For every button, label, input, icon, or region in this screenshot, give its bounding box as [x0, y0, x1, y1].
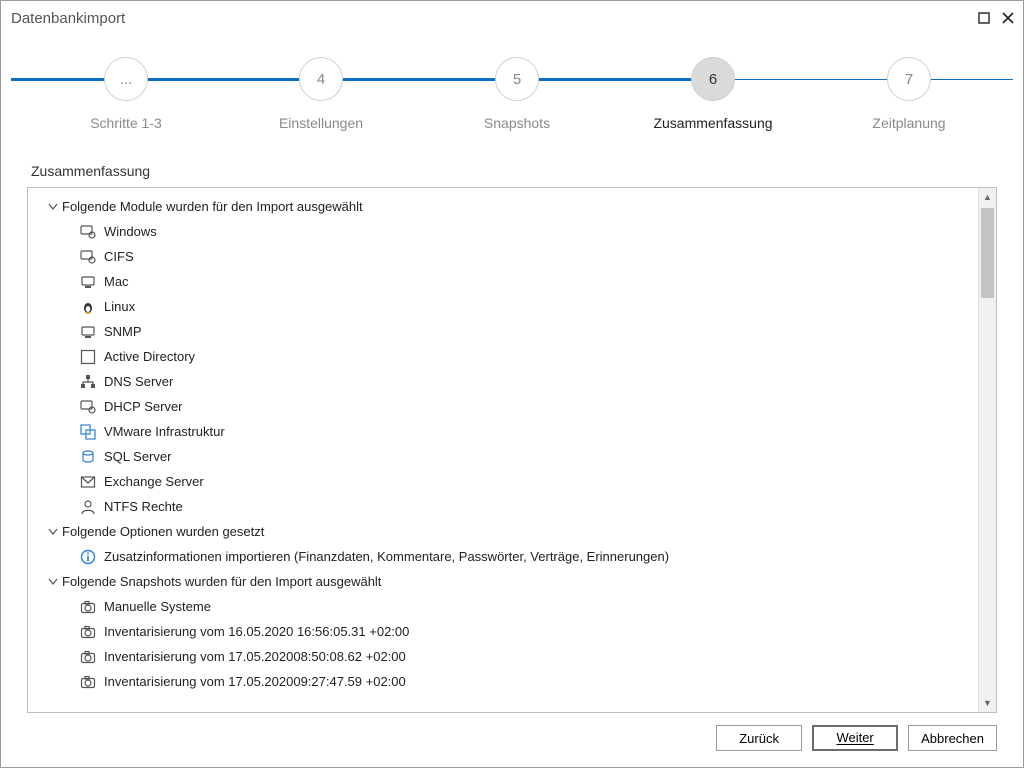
step-label-summary: Zusammenfassung	[653, 115, 772, 131]
tree-item-label: SQL Server	[104, 449, 171, 464]
camera-icon	[80, 599, 96, 615]
cifs-icon	[80, 249, 96, 265]
ntfs-icon	[80, 499, 96, 515]
tree-item-label: Mac	[104, 274, 129, 289]
info-icon	[80, 549, 96, 565]
dialog-footer: Zurück Weiter Abbrechen	[1, 713, 1023, 767]
tree-item-label: VMware Infrastruktur	[104, 424, 225, 439]
tree-item[interactable]: CIFS	[28, 244, 978, 269]
step-label-1-3: Schritte 1-3	[90, 115, 162, 131]
tree-group[interactable]: Folgende Module wurden für den Import au…	[28, 194, 978, 219]
dhcp-icon	[80, 399, 96, 415]
step-node-1-3[interactable]: ...	[104, 57, 148, 101]
tree-item-label: Inventarisierung vom 17.05.202009:27:47.…	[104, 674, 406, 689]
tree-item-label: Windows	[104, 224, 157, 239]
tree-item[interactable]: SNMP	[28, 319, 978, 344]
tree-item-label: Exchange Server	[104, 474, 204, 489]
tree-item-label: Zusatzinformationen importieren (Finanzd…	[104, 549, 669, 564]
tree-item-label: DNS Server	[104, 374, 173, 389]
windows-icon	[80, 224, 96, 240]
snmp-icon	[80, 324, 96, 340]
dialog-window: Datenbankimport ... 4 5 6 7 Schritte 1-3…	[0, 0, 1024, 768]
tree-group-title: Folgende Optionen wurden gesetzt	[62, 524, 264, 539]
tree-item[interactable]: VMware Infrastruktur	[28, 419, 978, 444]
step-label-schedule: Zeitplanung	[872, 115, 945, 131]
section-heading: Zusammenfassung	[1, 149, 1023, 187]
vmware-icon	[80, 424, 96, 440]
chevron-down-icon	[48, 527, 58, 537]
tree-item[interactable]: SQL Server	[28, 444, 978, 469]
tree-item[interactable]: Linux	[28, 294, 978, 319]
tree-item[interactable]: Zusatzinformationen importieren (Finanzd…	[28, 544, 978, 569]
tree-item[interactable]: Active Directory	[28, 344, 978, 369]
titlebar: Datenbankimport	[1, 1, 1023, 35]
tree-group[interactable]: Folgende Optionen wurden gesetzt	[28, 519, 978, 544]
tree-item-label: DHCP Server	[104, 399, 183, 414]
step-node-schedule[interactable]: 7	[887, 57, 931, 101]
tree-group-title: Folgende Module wurden für den Import au…	[62, 199, 363, 214]
wizard-stepper: ... 4 5 6 7 Schritte 1-3 Einstellungen S…	[1, 35, 1023, 149]
tree-item[interactable]: DHCP Server	[28, 394, 978, 419]
tree-item-label: Linux	[104, 299, 135, 314]
window-title: Datenbankimport	[11, 10, 125, 27]
tree-item[interactable]: Inventarisierung vom 16.05.2020 16:56:05…	[28, 619, 978, 644]
tree-group[interactable]: Folgende Snapshots wurden für den Import…	[28, 569, 978, 594]
scroll-down-button[interactable]: ▼	[979, 694, 996, 712]
tree-item[interactable]: Inventarisierung vom 17.05.202009:27:47.…	[28, 669, 978, 694]
step-node-snapshots[interactable]: 5	[495, 57, 539, 101]
next-button[interactable]: Weiter	[812, 725, 898, 751]
tree-item-label: Active Directory	[104, 349, 195, 364]
tree-item[interactable]: DNS Server	[28, 369, 978, 394]
tree-item-label: Inventarisierung vom 16.05.2020 16:56:05…	[104, 624, 409, 639]
close-button[interactable]	[999, 9, 1017, 27]
step-node-summary[interactable]: 6	[691, 57, 735, 101]
cancel-button[interactable]: Abbrechen	[908, 725, 997, 751]
tree-item[interactable]: Inventarisierung vom 17.05.202008:50:08.…	[28, 644, 978, 669]
ad-icon	[80, 349, 96, 365]
tree-group-title: Folgende Snapshots wurden für den Import…	[62, 574, 381, 589]
camera-icon	[80, 674, 96, 690]
scrollbar[interactable]: ▲ ▼	[978, 188, 996, 712]
tree-item-label: NTFS Rechte	[104, 499, 183, 514]
exchange-icon	[80, 474, 96, 490]
camera-icon	[80, 649, 96, 665]
tree-item-label: CIFS	[104, 249, 134, 264]
chevron-down-icon	[48, 577, 58, 587]
step-label-settings: Einstellungen	[279, 115, 363, 131]
tree-item[interactable]: NTFS Rechte	[28, 494, 978, 519]
chevron-down-icon	[48, 202, 58, 212]
scroll-up-button[interactable]: ▲	[979, 188, 996, 206]
dns-icon	[80, 374, 96, 390]
mac-icon	[80, 274, 96, 290]
tree-item[interactable]: Windows	[28, 219, 978, 244]
sql-icon	[80, 449, 96, 465]
step-node-settings[interactable]: 4	[299, 57, 343, 101]
back-button[interactable]: Zurück	[716, 725, 802, 751]
camera-icon	[80, 624, 96, 640]
tree-item[interactable]: Mac	[28, 269, 978, 294]
summary-tree: Folgende Module wurden für den Import au…	[27, 187, 997, 713]
tree-item[interactable]: Manuelle Systeme	[28, 594, 978, 619]
step-label-snapshots: Snapshots	[484, 115, 550, 131]
linux-icon	[80, 299, 96, 315]
tree-item-label: Manuelle Systeme	[104, 599, 211, 614]
scroll-thumb[interactable]	[981, 208, 994, 298]
tree-item[interactable]: Exchange Server	[28, 469, 978, 494]
tree-item-label: Inventarisierung vom 17.05.202008:50:08.…	[104, 649, 406, 664]
tree-item-label: SNMP	[104, 324, 142, 339]
maximize-button[interactable]	[975, 9, 993, 27]
